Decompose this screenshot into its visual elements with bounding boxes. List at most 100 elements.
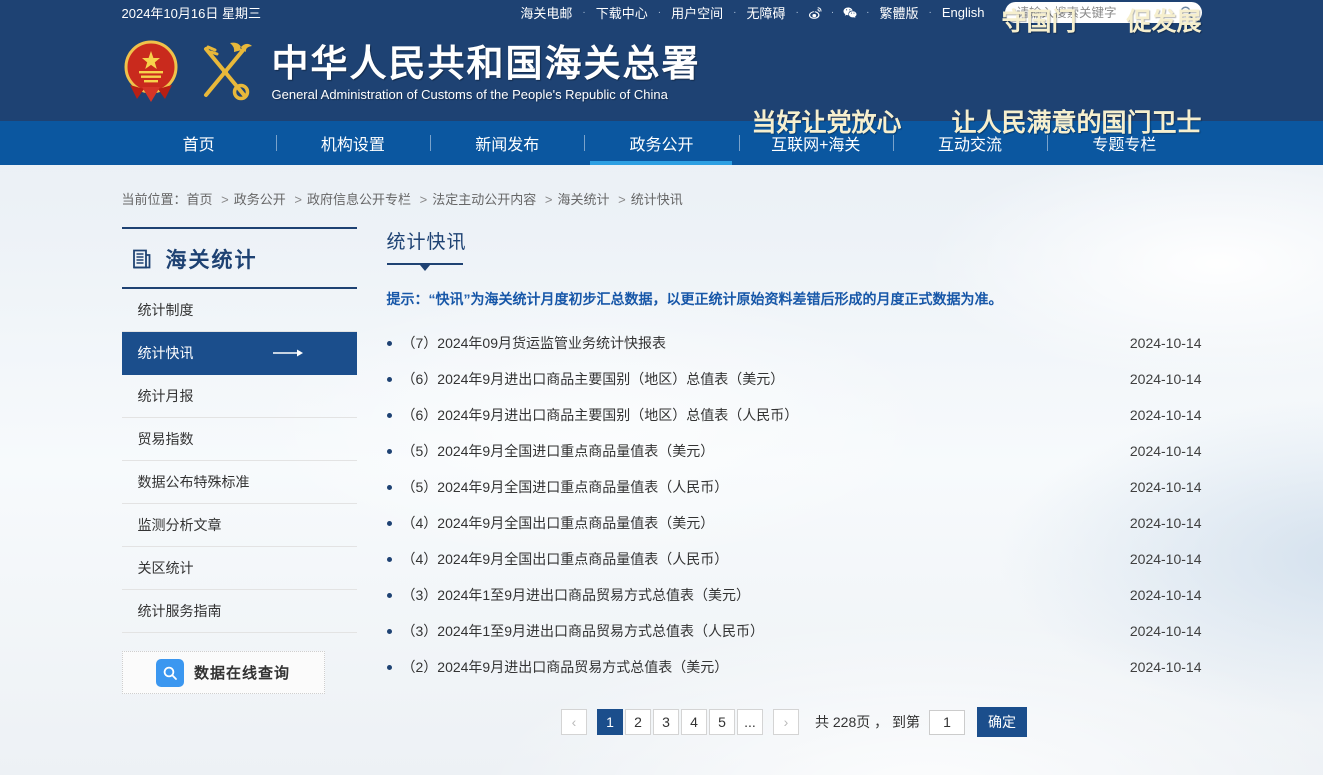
sidebar: 海关统计 统计制度 统计快讯 统计月报 贸易指数 数据公布特殊标准 监测分析文章… [122,227,357,694]
sidebar-item-trade-index[interactable]: 贸易指数 [122,418,357,461]
item-date: 2024-10-14 [1130,623,1202,639]
dot-separator: · [831,7,834,18]
list-item: （5）2024年9月全国进口重点商品量值表（美元） 2024-10-14 [387,433,1202,469]
dot-separator: · [929,7,932,18]
pagination: ‹ 1 2 3 4 5 ... › 共 228页 ， 到第 确定 [387,707,1202,737]
nav-item-interaction[interactable]: 互动交流 [893,121,1047,165]
page-title: 统计快讯 [387,227,1202,254]
current-date: 2024年10月16日 星期三 [122,3,261,22]
item-title-link[interactable]: （4）2024年9月全国出口重点商品量值表（美元） [402,513,1110,533]
breadcrumb-link-statistics-express[interactable]: 统计快讯 [631,192,683,207]
item-date: 2024-10-14 [1130,479,1202,495]
bullet-icon [387,593,392,598]
breadcrumb-link-customs-statistics[interactable]: 海关统计 [557,192,609,207]
title-underline [387,263,463,265]
bullet-icon [387,413,392,418]
page-ellipsis[interactable]: ... [737,709,763,735]
goto-page-input[interactable] [929,710,965,735]
nav-item-news[interactable]: 新闻发布 [430,121,584,165]
sidebar-item-service-guide[interactable]: 统计服务指南 [122,590,357,633]
page-button-2[interactable]: 2 [625,709,651,735]
news-list: （7）2024年09月货运监管业务统计快报表2024-10-14 （6）2024… [387,325,1202,685]
bullet-icon [387,341,392,346]
document-icon [130,247,154,271]
item-date: 2024-10-14 [1130,551,1202,567]
nav-item-special-topics[interactable]: 专题专栏 [1047,121,1201,165]
dot-separator: · [866,7,869,18]
list-item: （5）2024年9月全国进口重点商品量值表（人民币） 2024-10-14 [387,469,1202,505]
arrow-right-icon [273,348,303,358]
breadcrumb-link-info-disclosure[interactable]: 政府信息公开专栏 [307,192,411,207]
data-query-label: 数据在线查询 [194,662,290,683]
breadcrumb-separator: > [618,192,626,207]
sidebar-title: 海关统计 [166,244,258,274]
list-item: （7）2024年09月货运监管业务统计快报表2024-10-14 [387,325,1202,361]
dot-separator: · [658,7,661,18]
breadcrumb-separator: > [545,192,553,207]
item-date: 2024-10-14 [1130,443,1202,459]
sidebar-item-statistics-express[interactable]: 统计快讯 [122,332,357,375]
item-date: 2024-10-14 [1130,587,1202,603]
topbar-link-userspace[interactable]: 用户空间 [665,3,729,22]
sidebar-item-statistics-system[interactable]: 统计制度 [122,289,357,332]
nav-item-home[interactable]: 首页 [122,121,276,165]
bullet-icon [387,377,392,382]
prev-page-button[interactable]: ‹ [561,709,587,735]
item-title-link[interactable]: （6）2024年9月进出口商品主要国别（地区）总值表（人民币） [402,405,1110,425]
item-date: 2024-10-14 [1130,659,1202,675]
item-title-link[interactable]: （2）2024年9月进出口商品贸易方式总值表（美元） [402,657,1110,677]
item-title-link[interactable]: （3）2024年1至9月进出口商品贸易方式总值表（美元） [402,585,1110,605]
breadcrumb-link-gov-affairs[interactable]: 政务公开 [234,192,286,207]
breadcrumb-link-home[interactable]: 首页 [187,192,213,207]
sidebar-item-analysis-articles[interactable]: 监测分析文章 [122,504,357,547]
site-subtitle: General Administration of Customs of the… [272,87,701,102]
list-item: （2）2024年9月进出口商品贸易方式总值表（美元） 2024-10-14 [387,649,1202,685]
sidebar-header: 海关统计 [122,227,357,289]
main-nav: 首页 机构设置 新闻发布 政务公开 互联网+海关 互动交流 专题专栏 [0,121,1323,165]
item-date: 2024-10-14 [1130,515,1202,531]
dot-separator: · [733,7,736,18]
item-title-link[interactable]: （5）2024年9月全国进口重点商品量值表（人民币） [402,477,1110,497]
breadcrumb-link-statutory-content[interactable]: 法定主动公开内容 [432,192,536,207]
data-query-button[interactable]: 数据在线查询 [122,651,325,694]
customs-logo-icon [194,39,256,108]
page-button-3[interactable]: 3 [653,709,679,735]
site-title: 中华人民共和国海关总署 [272,44,701,85]
list-item: （4）2024年9月全国出口重点商品量值表（人民币） 2024-10-14 [387,541,1202,577]
national-emblem [122,39,180,108]
page-button-5[interactable]: 5 [709,709,735,735]
header-slogan: 守国门 促发展 当好让党放心 让人民满意的国门卫士 [751,0,1201,208]
search-icon [156,659,184,687]
item-title-link[interactable]: （6）2024年9月进出口商品主要国别（地区）总值表（美元） [402,369,1110,389]
bullet-icon [387,521,392,526]
item-title-link[interactable]: （5）2024年9月全国进口重点商品量值表（美元） [402,441,1110,461]
sidebar-item-district-statistics[interactable]: 关区统计 [122,547,357,590]
item-title-link[interactable]: （3）2024年1至9月进出口商品贸易方式总值表（人民币） [402,621,1110,641]
nav-item-internet-customs[interactable]: 互联网+海关 [739,121,893,165]
bullet-icon [387,449,392,454]
next-page-button[interactable]: › [773,709,799,735]
list-item: （4）2024年9月全国出口重点商品量值表（美元） 2024-10-14 [387,505,1202,541]
confirm-button[interactable]: 确定 [977,707,1027,737]
page-button-4[interactable]: 4 [681,709,707,735]
list-item: （3）2024年1至9月进出口商品贸易方式总值表（人民币） 2024-10-14 [387,613,1202,649]
page-button-1[interactable]: 1 [597,709,623,735]
notice-text: 提示：“快讯”为海关统计月度初步汇总数据，以更正统计原始资料差错后形成的月度正式… [387,289,1202,309]
bullet-icon [387,557,392,562]
sidebar-item-data-standard[interactable]: 数据公布特殊标准 [122,461,357,504]
topbar-link-download[interactable]: 下载中心 [590,3,654,22]
dot-separator: · [582,7,585,18]
nav-item-gov-affairs[interactable]: 政务公开 [584,121,738,165]
bullet-icon [387,485,392,490]
list-item: （6）2024年9月进出口商品主要国别（地区）总值表（人民币）2024-10-1… [387,397,1202,433]
topbar-link-mail[interactable]: 海关电邮 [514,3,578,22]
total-pages-text: 共 228页 ， 到第 [815,712,920,732]
dot-separator: · [795,7,798,18]
nav-item-organization[interactable]: 机构设置 [276,121,430,165]
bullet-icon [387,629,392,634]
site-header: 中华人民共和国海关总署 General Administration of Cu… [0,25,1323,121]
item-title-link[interactable]: （7）2024年09月货运监管业务统计快报表 [402,333,1110,353]
sidebar-item-monthly-report[interactable]: 统计月报 [122,375,357,418]
item-title-link[interactable]: （4）2024年9月全国出口重点商品量值表（人民币） [402,549,1110,569]
list-item: （6）2024年9月进出口商品主要国别（地区）总值表（美元）2024-10-14 [387,361,1202,397]
